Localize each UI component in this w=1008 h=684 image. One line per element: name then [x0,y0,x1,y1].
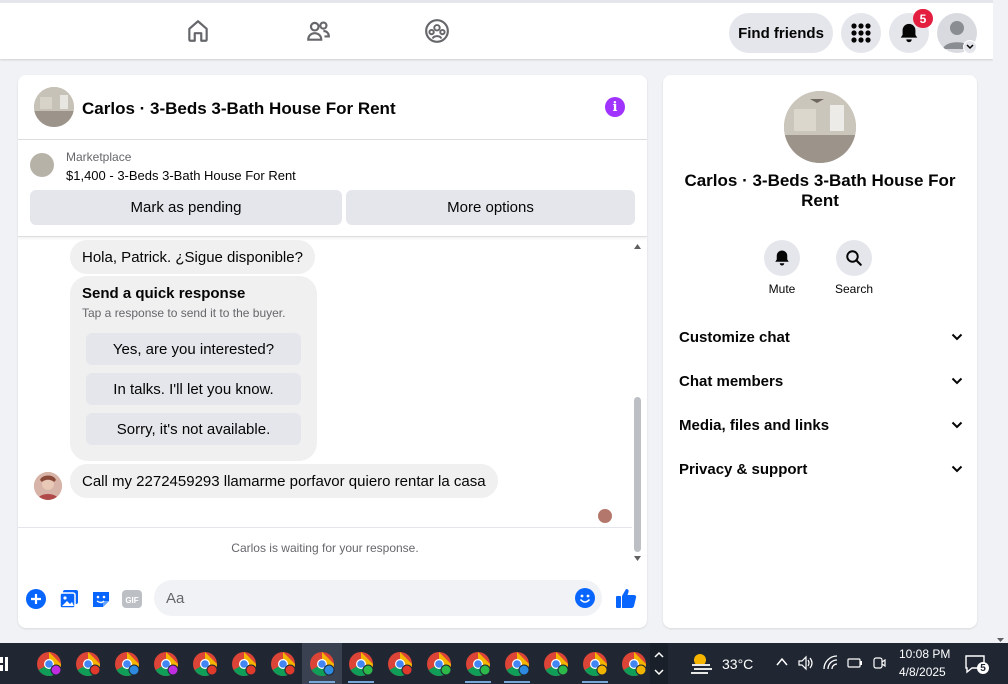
chrome-taskbar-icon[interactable] [387,651,413,677]
scrollbar-thumb[interactable] [634,397,641,552]
chrome-taskbar-icon[interactable] [543,651,569,677]
chrome-taskbar-icon[interactable] [36,651,62,677]
mute-label: Mute [768,282,796,296]
message-input[interactable]: Aa [154,580,602,616]
message-scrollbar[interactable] [632,241,644,561]
chrome-taskbar-icon[interactable] [231,651,257,677]
message-bubble: Hola, Patrick. ¿Sigue disponible? [70,240,315,274]
meet-now-icon[interactable] [871,655,887,676]
home-icon[interactable] [184,17,212,45]
friends-icon[interactable] [304,17,332,45]
conversation-info-panel: Carlos · 3-Beds 3-Bath House For Rent Mu… [663,75,977,628]
chat-panel: Carlos · 3-Beds 3-Bath House For Rent i … [18,75,647,628]
section-label: Privacy & support [679,460,808,478]
notification-badge: 5 [913,9,933,28]
find-friends-button[interactable]: Find friends [729,13,833,53]
battery-icon[interactable] [847,655,863,676]
search-label: Search [834,282,874,296]
gif-icon[interactable]: GIF [122,589,142,609]
chrome-taskbar-icon[interactable] [426,651,452,677]
plus-icon[interactable] [26,589,46,609]
clock-time[interactable]: 10:08 PM [899,647,950,661]
quick-response-card: Send a quick response Tap a response to … [70,276,317,461]
thumbs-up-icon[interactable] [615,587,637,609]
section-privacy-support[interactable]: Privacy & support [679,454,963,484]
chrome-taskbar-icon[interactable] [153,651,179,677]
listing-description[interactable]: $1,400 - 3-Beds 3-Bath House For Rent [66,168,296,183]
more-options-button[interactable]: More options [346,190,635,225]
section-label: Customize chat [679,328,790,346]
chrome-taskbar-icon[interactable] [621,651,647,677]
quick-response-option[interactable]: Sorry, it's not available. [86,413,301,445]
photo-icon[interactable] [59,589,79,609]
listing-photo[interactable] [784,91,856,163]
menu-button[interactable] [841,13,881,53]
groups-icon[interactable] [423,17,451,45]
message-input-placeholder: Aa [166,589,185,607]
emoji-icon[interactable] [575,588,595,608]
wifi-icon[interactable] [823,655,839,676]
listing-avatar[interactable] [34,87,74,127]
temperature[interactable]: 33°C [722,656,753,672]
chrome-taskbar-icon[interactable] [504,651,530,683]
chrome-taskbar-icon[interactable] [114,651,140,677]
sticker-icon[interactable] [91,589,111,609]
action-center-count: 5 [977,662,989,674]
quick-response-option[interactable]: In talks. I'll let you know. [86,373,301,405]
listing-thumbnail[interactable] [30,153,54,177]
task-view-icon[interactable] [0,655,10,673]
grid-icon [851,23,871,43]
sender-avatar[interactable] [34,472,62,500]
info-icon[interactable]: i [605,97,625,117]
chrome-taskbar-icon[interactable] [270,651,296,677]
chevron-down-icon [951,465,963,473]
mute-action[interactable]: Mute [752,240,812,296]
marketplace-label: Marketplace [66,150,132,164]
seen-indicator-avatar [598,509,612,523]
chrome-taskbar-icon[interactable] [75,651,101,677]
chrome-taskbar-icon[interactable] [302,643,342,684]
chrome-taskbar-icon[interactable] [465,651,491,683]
bell-icon [764,240,800,276]
section-media-files-links[interactable]: Media, files and links [679,410,963,440]
chevron-down-icon [951,377,963,385]
speaker-icon[interactable] [798,655,814,676]
chevron-down-icon [951,333,963,341]
top-navigation: Find friends 5 [0,0,993,59]
message-composer: GIF Aa [18,580,647,618]
marketplace-listing: Marketplace $1,400 - 3-Beds 3-Bath House… [18,141,647,237]
quick-response-title: Send a quick response [82,285,246,302]
quick-response-option[interactable]: Yes, are you interested? [86,333,301,365]
svg-text:GIF: GIF [125,596,138,605]
quick-response-subtitle: Tap a response to send it to the buyer. [82,306,286,320]
chrome-taskbar-icon[interactable] [582,651,608,683]
conversation-name: Carlos · 3-Beds 3-Bath House For Rent [684,171,956,210]
chrome-taskbar-icon[interactable] [192,651,218,677]
waiting-notice: Carlos is waiting for your response. [18,527,632,567]
section-label: Chat members [679,372,784,390]
tray-chevron-up-icon[interactable] [775,655,789,674]
section-label: Media, files and links [679,416,830,434]
weather-icon[interactable] [688,651,714,675]
chevron-down-icon [951,421,963,429]
page-scrollbar[interactable] [993,0,1008,643]
chat-header: Carlos · 3-Beds 3-Bath House For Rent i [18,75,647,140]
section-customize-chat[interactable]: Customize chat [679,322,963,352]
chat-title: Carlos · 3-Beds 3-Bath House For Rent [82,99,396,118]
taskbar-overflow[interactable] [650,643,668,684]
chrome-taskbar-icon[interactable] [348,651,374,683]
chevron-down-icon[interactable] [963,40,977,54]
message-list: Hola, Patrick. ¿Sigue disponible? Send a… [18,237,647,561]
clock-date[interactable]: 4/8/2025 [899,665,946,679]
search-action[interactable]: Search [824,240,884,296]
section-chat-members[interactable]: Chat members [679,366,963,396]
action-center-icon[interactable]: 5 [964,653,989,675]
message-bubble: Call my 2272459293 llamarme porfavor qui… [70,464,498,498]
taskbar: 33°C 10:08 PM 4/8/2025 5 [0,643,1008,684]
search-icon [836,240,872,276]
mark-as-pending-button[interactable]: Mark as pending [30,190,342,225]
